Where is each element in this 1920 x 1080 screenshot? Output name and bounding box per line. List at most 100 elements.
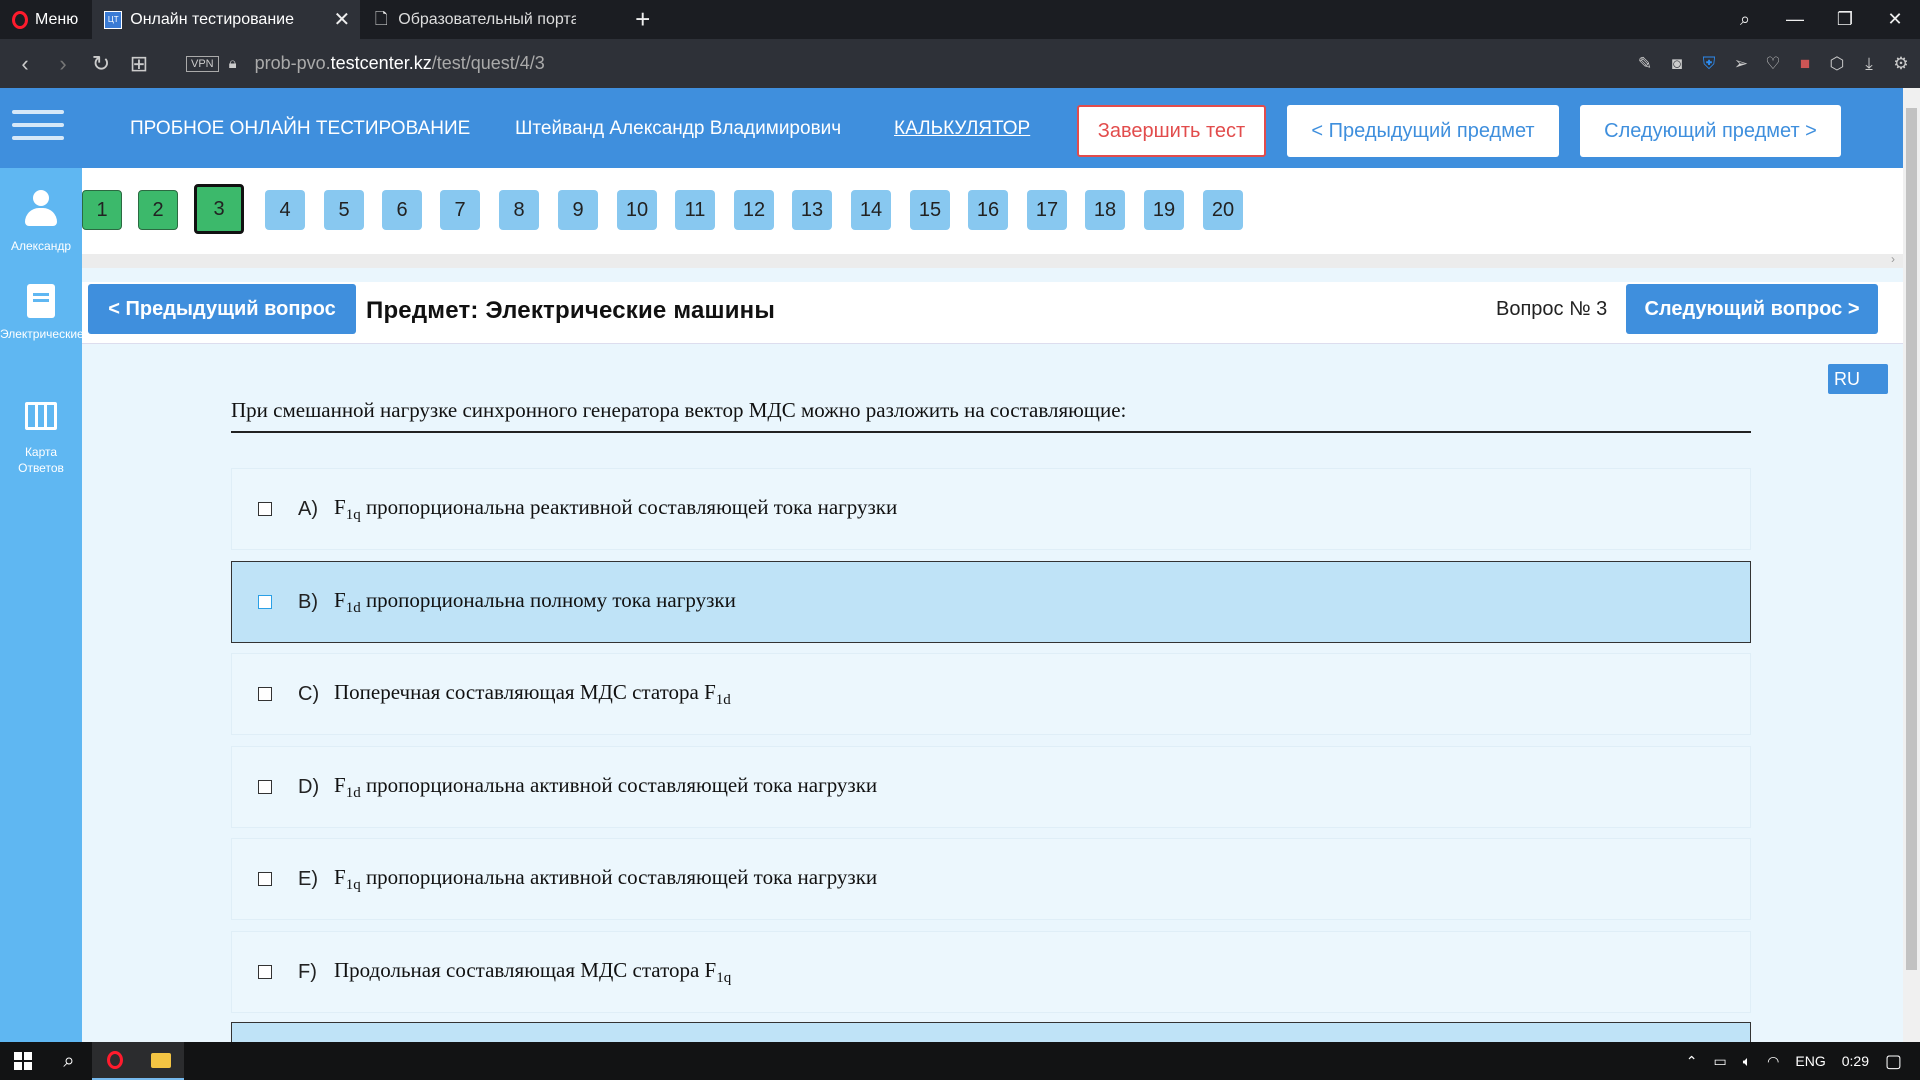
- user-icon: [25, 190, 57, 230]
- horizontal-scrollbar[interactable]: ›: [82, 252, 1903, 268]
- input-language[interactable]: ENG: [1795, 1053, 1825, 1069]
- browser-tab-bar: Меню ЦТ Онлайн тестирование ✕ 🗋 Образова…: [0, 0, 1920, 39]
- question-nav-button[interactable]: 9: [558, 190, 598, 230]
- question-nav-button[interactable]: 8: [499, 190, 539, 230]
- tab-title: Образовательный портал: [398, 10, 577, 28]
- question-nav-button[interactable]: 6: [382, 190, 422, 230]
- question-nav-button[interactable]: 16: [968, 190, 1008, 230]
- next-question-button[interactable]: Следующий вопрос >: [1626, 284, 1878, 334]
- option-text: F1q пропорциональна реактивной составляю…: [334, 495, 897, 524]
- finish-test-button[interactable]: Завершить тест: [1077, 105, 1266, 157]
- checkbox[interactable]: [258, 780, 272, 794]
- question-nav-button[interactable]: 3: [194, 184, 244, 234]
- question-nav-button[interactable]: 10: [617, 190, 657, 230]
- lock-icon[interactable]: 🔒︎: [229, 55, 237, 72]
- answer-option[interactable]: E) F1q пропорциональна активной составляю…: [231, 838, 1751, 920]
- edit-icon[interactable]: ✎: [1636, 54, 1654, 74]
- notification-icon[interactable]: ▢: [1885, 1051, 1902, 1072]
- new-tab-icon[interactable]: +: [635, 4, 650, 35]
- sidebar-item-label: Электрические машины: [0, 327, 82, 341]
- checkbox[interactable]: [258, 872, 272, 886]
- answer-option-partial[interactable]: [231, 1022, 1751, 1042]
- question-nav-button[interactable]: 1: [82, 190, 122, 230]
- chevron-up-icon[interactable]: ⌃: [1686, 1053, 1698, 1070]
- question-nav-button[interactable]: 2: [138, 190, 178, 230]
- heart-icon[interactable]: ♡: [1764, 54, 1782, 74]
- file-explorer-icon[interactable]: [138, 1042, 184, 1080]
- wifi-icon[interactable]: ◠: [1767, 1053, 1779, 1070]
- reload-icon[interactable]: ↻: [82, 51, 120, 77]
- opera-logo-icon: [12, 10, 28, 29]
- speed-dial-icon[interactable]: ⊞: [120, 51, 158, 77]
- scrollbar-thumb[interactable]: [1906, 108, 1917, 970]
- question-nav-button[interactable]: 17: [1027, 190, 1067, 230]
- question-number-strip: › 1 2 3 4 5 6 7 8 9 10 11 12 13 14 15 16 17 18 19 20: [82, 168, 1903, 268]
- cube-icon[interactable]: ⬡: [1828, 54, 1846, 74]
- shield-icon[interactable]: ⛨: [1700, 54, 1718, 74]
- question-nav-button[interactable]: 15: [910, 190, 950, 230]
- option-subscript: 1q: [345, 876, 361, 893]
- site-title: ПРОБНОЕ ОНЛАЙН ТЕСТИРОВАНИЕ: [130, 118, 471, 139]
- search-icon[interactable]: ⌕: [1720, 9, 1770, 30]
- easy-setup-icon[interactable]: ⚙: [1892, 54, 1910, 74]
- answer-option[interactable]: F) Продольная составляющая МДС статора F1…: [231, 931, 1751, 1013]
- question-nav-button[interactable]: 14: [851, 190, 891, 230]
- camera-icon[interactable]: ◙: [1668, 54, 1686, 74]
- checkbox[interactable]: [258, 595, 272, 609]
- left-sidebar: Александр Электрические машины Карта Отв…: [0, 168, 82, 1042]
- sidebar-item-answer-map[interactable]: Карта Ответов: [0, 402, 82, 476]
- vpn-badge[interactable]: VPN: [186, 55, 219, 72]
- sidebar-item-user[interactable]: Александр: [0, 190, 82, 254]
- minimize-icon[interactable]: —: [1770, 9, 1820, 30]
- answer-option[interactable]: A) F1q пропорциональна реактивной составл…: [231, 468, 1751, 550]
- clock[interactable]: 0:29: [1842, 1053, 1869, 1069]
- language-selector[interactable]: RU: [1828, 364, 1888, 394]
- question-nav-button[interactable]: 7: [440, 190, 480, 230]
- answer-option[interactable]: B) F1d пропорциональна полному тока нагру…: [231, 561, 1751, 643]
- question-nav-button[interactable]: 13: [792, 190, 832, 230]
- opera-taskbar-icon[interactable]: [92, 1042, 138, 1080]
- question-nav-button[interactable]: 18: [1085, 190, 1125, 230]
- volume-icon[interactable]: 🔈︎: [1743, 1053, 1751, 1070]
- checkbox[interactable]: [258, 502, 272, 516]
- download-icon[interactable]: ⤓: [1860, 54, 1878, 74]
- question-number-label: Вопрос № 3: [1496, 298, 1608, 320]
- question-nav-button[interactable]: 20: [1203, 190, 1243, 230]
- battery-icon[interactable]: ▭: [1714, 1053, 1727, 1070]
- windows-start-icon[interactable]: [0, 1042, 46, 1080]
- send-icon[interactable]: ➢: [1732, 54, 1750, 74]
- previous-subject-button[interactable]: < Предыдущий предмет: [1287, 105, 1559, 157]
- url-domain: testcenter.kz: [330, 53, 432, 73]
- previous-question-button[interactable]: < Предыдущий вопрос: [88, 284, 356, 334]
- sidebar-item-subject[interactable]: Электрические машины: [0, 284, 82, 342]
- back-icon[interactable]: ‹: [6, 51, 44, 77]
- restore-icon[interactable]: ❐: [1820, 9, 1870, 30]
- extension-icon[interactable]: ■: [1796, 54, 1814, 74]
- option-text: Продольная составляющая МДС статора F1q: [334, 958, 731, 987]
- browser-tab-active[interactable]: ЦТ Онлайн тестирование ✕: [92, 0, 361, 39]
- next-subject-button[interactable]: Следующий предмет >: [1580, 105, 1841, 157]
- browser-menu-button[interactable]: Меню: [0, 0, 92, 39]
- browser-menu-label: Меню: [35, 10, 79, 28]
- question-nav-button[interactable]: 12: [734, 190, 774, 230]
- question-nav-button[interactable]: 4: [265, 190, 305, 230]
- question-nav-button[interactable]: 11: [675, 190, 715, 230]
- page-scrollbar[interactable]: [1903, 88, 1920, 1042]
- tab-close-icon[interactable]: ✕: [333, 7, 350, 32]
- checkbox[interactable]: [258, 687, 272, 701]
- option-letter: B): [298, 590, 318, 613]
- close-window-icon[interactable]: ✕: [1870, 9, 1920, 30]
- calculator-link[interactable]: КАЛЬКУЛЯТОР: [894, 118, 1030, 140]
- answer-option[interactable]: D) F1d пропорциональна активной составляю…: [231, 746, 1751, 828]
- question-nav-button[interactable]: 19: [1144, 190, 1184, 230]
- url-field[interactable]: prob-pvo.testcenter.kz/test/quest/4/3: [255, 53, 545, 74]
- map-icon: [25, 402, 57, 430]
- search-icon[interactable]: ⌕: [46, 1042, 92, 1080]
- browser-tab[interactable]: 🗋 Образовательный портал +: [360, 0, 650, 39]
- answer-option[interactable]: C) Поперечная составляющая МДС статора F1…: [231, 653, 1751, 735]
- question-nav-button[interactable]: 5: [324, 190, 364, 230]
- forward-icon[interactable]: ›: [44, 51, 82, 77]
- chevron-right-icon[interactable]: ›: [1891, 252, 1895, 266]
- checkbox[interactable]: [258, 965, 272, 979]
- hamburger-menu-icon[interactable]: [12, 110, 64, 146]
